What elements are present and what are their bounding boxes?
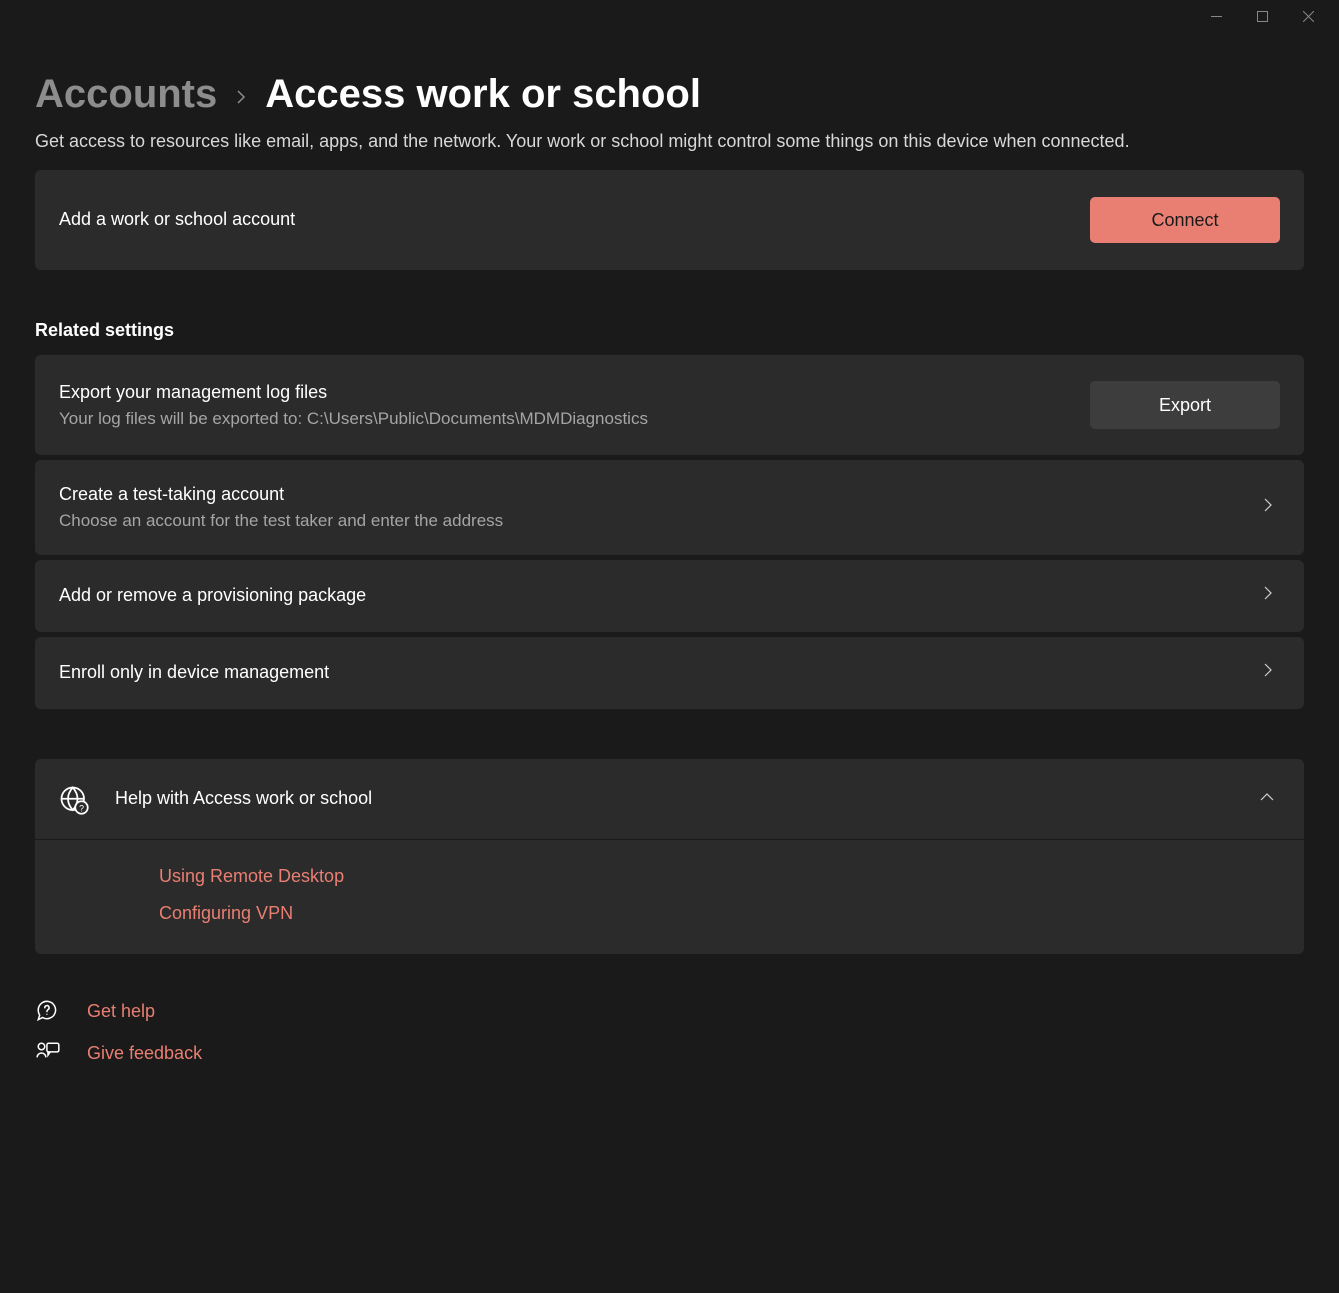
- get-help-label: Get help: [87, 1001, 155, 1022]
- export-logs-subtitle: Your log files will be exported to: C:\U…: [59, 407, 1090, 431]
- chevron-right-icon: [233, 84, 249, 112]
- chevron-up-icon: [1260, 790, 1274, 808]
- export-button[interactable]: Export: [1090, 381, 1280, 429]
- chevron-right-icon: [1262, 586, 1274, 605]
- enroll-title: Enroll only in device management: [59, 660, 1262, 685]
- titlebar: [0, 0, 1339, 32]
- globe-help-icon: ?: [59, 785, 87, 813]
- breadcrumb: Accounts Access work or school: [35, 52, 1304, 117]
- help-link-vpn[interactable]: Configuring VPN: [159, 901, 1280, 926]
- related-settings-header: Related settings: [35, 320, 1304, 341]
- feedback-icon: [35, 1040, 61, 1066]
- minimize-button[interactable]: [1193, 0, 1239, 32]
- svg-text:?: ?: [79, 803, 84, 813]
- help-icon: [35, 998, 61, 1024]
- get-help-link[interactable]: Get help: [35, 998, 1304, 1024]
- page-title: Access work or school: [265, 72, 701, 117]
- provisioning-package-item[interactable]: Add or remove a provisioning package: [35, 560, 1304, 632]
- provisioning-title: Add or remove a provisioning package: [59, 583, 1262, 608]
- give-feedback-label: Give feedback: [87, 1043, 202, 1064]
- test-taking-account-item[interactable]: Create a test-taking account Choose an a…: [35, 460, 1304, 555]
- test-taking-subtitle: Choose an account for the test taker and…: [59, 509, 1262, 533]
- add-account-card: Add a work or school account Connect: [35, 170, 1304, 270]
- chevron-right-icon: [1262, 498, 1274, 517]
- footer-links: Get help Give feedback: [35, 998, 1304, 1066]
- help-expander-body: Using Remote Desktop Configuring VPN: [35, 840, 1304, 954]
- chevron-right-icon: [1262, 663, 1274, 682]
- breadcrumb-parent[interactable]: Accounts: [35, 72, 217, 117]
- close-button[interactable]: [1285, 0, 1331, 32]
- enroll-device-management-item[interactable]: Enroll only in device management: [35, 637, 1304, 709]
- export-logs-title: Export your management log files: [59, 380, 1090, 405]
- give-feedback-link[interactable]: Give feedback: [35, 1040, 1304, 1066]
- help-link-remote-desktop[interactable]: Using Remote Desktop: [159, 864, 1280, 889]
- add-account-label: Add a work or school account: [59, 207, 1090, 232]
- connect-button[interactable]: Connect: [1090, 197, 1280, 243]
- maximize-button[interactable]: [1239, 0, 1285, 32]
- help-expander-header[interactable]: ? Help with Access work or school: [35, 759, 1304, 840]
- page-description: Get access to resources like email, apps…: [35, 131, 1304, 152]
- help-section: ? Help with Access work or school Using …: [35, 759, 1304, 954]
- test-taking-title: Create a test-taking account: [59, 482, 1262, 507]
- export-logs-card: Export your management log files Your lo…: [35, 355, 1304, 455]
- help-title: Help with Access work or school: [115, 786, 372, 811]
